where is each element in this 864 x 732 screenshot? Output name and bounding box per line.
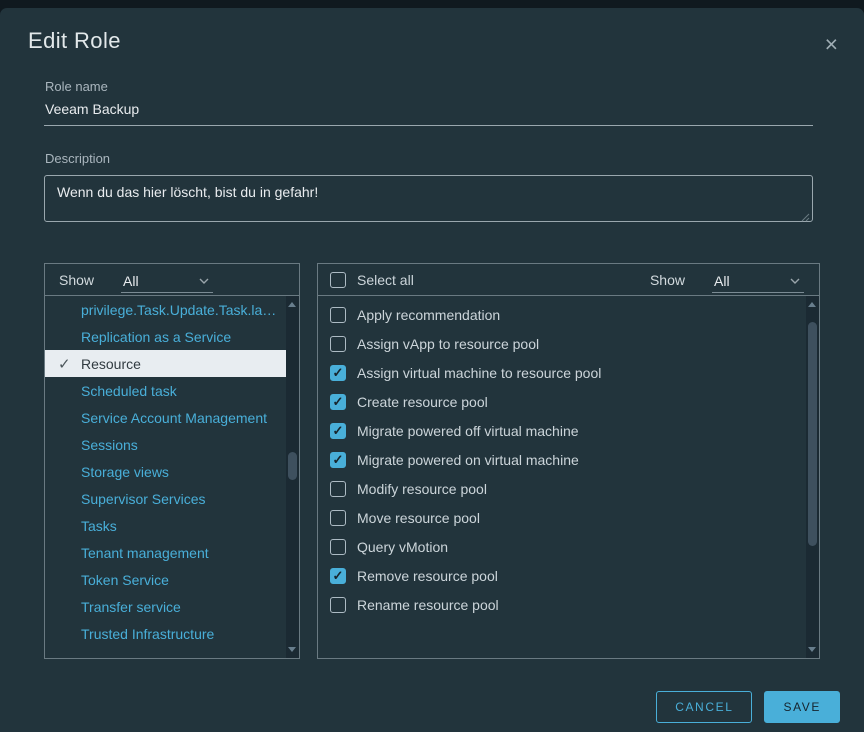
privileges-filter-dropdown[interactable]: All [712, 271, 804, 293]
category-item[interactable]: Sessions [45, 431, 286, 458]
privilege-label: Move resource pool [357, 510, 480, 526]
privilege-list: Apply recommendation Assign vApp to resou… [318, 300, 806, 658]
select-all-label: Select all [357, 272, 414, 288]
privilege-row: Query vMotion [318, 532, 806, 561]
privilege-label: Assign virtual machine to resource pool [357, 365, 601, 381]
cancel-button[interactable]: CANCEL [656, 691, 752, 723]
role-privileges-section: Show All privilege.Task.Update.Task.la… R… [44, 263, 820, 659]
category-list: privilege.Task.Update.Task.la… Replicatio… [45, 296, 286, 658]
category-panel: Show All privilege.Task.Update.Task.la… R… [44, 263, 300, 659]
category-item-label: Tasks [81, 518, 117, 534]
privilege-checkbox[interactable] [330, 307, 346, 323]
category-item[interactable]: Replication as a Service [45, 323, 286, 350]
privilege-label: Rename resource pool [357, 597, 499, 613]
dialog-title: Edit Role [28, 28, 121, 54]
selected-check-icon: ✓ [58, 355, 71, 373]
privilege-checkbox[interactable]: ✓ [330, 452, 346, 468]
privilege-row: Assign vApp to resource pool [318, 329, 806, 358]
category-scrollbar[interactable] [286, 296, 299, 658]
privilege-row: ✓ Assign virtual machine to resource pool [318, 358, 806, 387]
scrollbar-thumb[interactable] [808, 322, 817, 546]
privilege-checkbox[interactable]: ✓ [330, 365, 346, 381]
resize-handle-icon[interactable] [801, 213, 810, 222]
privilege-label: Remove resource pool [357, 568, 498, 584]
category-item[interactable]: ✓ Resource [45, 350, 286, 377]
right-show-label: Show [650, 272, 685, 288]
privilege-checkbox[interactable]: ✓ [330, 568, 346, 584]
left-show-label: Show [59, 272, 94, 288]
privileges-panel-header: Select all Show All [318, 264, 819, 296]
privilege-row: ✓ Remove resource pool [318, 561, 806, 590]
privilege-label: Modify resource pool [357, 481, 487, 497]
privilege-label: Migrate powered on virtual machine [357, 452, 579, 468]
category-item[interactable]: Tenant management [45, 539, 286, 566]
category-item-label: Storage views [81, 464, 169, 480]
category-item-label: Tenant management [81, 545, 209, 561]
category-item[interactable]: Tasks [45, 512, 286, 539]
privileges-panel: Select all Show All Apply recommendation [317, 263, 820, 659]
privilege-checkbox[interactable] [330, 539, 346, 555]
category-filter-value: All [123, 273, 139, 289]
privilege-checkbox[interactable]: ✓ [330, 423, 346, 439]
description-field [44, 175, 813, 227]
privilege-checkbox[interactable] [330, 510, 346, 526]
category-item-label: Supervisor Services [81, 491, 206, 507]
privileges-filter-value: All [714, 273, 730, 289]
category-item-label: Token Service [81, 572, 169, 588]
chevron-down-icon [789, 277, 801, 285]
edit-role-dialog: Edit Role × Role name Description Show A… [0, 8, 864, 732]
privilege-row: Apply recommendation [318, 300, 806, 329]
category-item[interactable]: Service Account Management [45, 404, 286, 431]
select-all-checkbox[interactable] [330, 272, 346, 288]
category-item-label: Trusted Infrastructure [81, 626, 214, 642]
category-item-label: Scheduled task [81, 383, 177, 399]
privilege-checkbox[interactable] [330, 336, 346, 352]
dialog-body: Role name Description Show All [44, 79, 820, 659]
scrollbar-thumb[interactable] [288, 452, 297, 480]
category-item[interactable]: privilege.Task.Update.Task.la… [45, 296, 286, 323]
privilege-row: ✓ Migrate powered off virtual machine [318, 416, 806, 445]
privilege-row: Move resource pool [318, 503, 806, 532]
privilege-list-area: Apply recommendation Assign vApp to resou… [318, 296, 819, 658]
dialog-footer: CANCEL SAVE [0, 691, 864, 723]
category-item[interactable]: Scheduled task [45, 377, 286, 404]
description-textarea[interactable] [44, 175, 813, 222]
privilege-checkbox[interactable] [330, 597, 346, 613]
select-all-group: Select all [330, 272, 414, 288]
category-item[interactable]: Transfer service [45, 593, 286, 620]
description-label: Description [45, 151, 820, 166]
privilege-label: Migrate powered off virtual machine [357, 423, 579, 439]
role-name-label: Role name [45, 79, 820, 94]
privileges-scrollbar[interactable] [806, 296, 819, 658]
privilege-row: ✓ Migrate powered on virtual machine [318, 445, 806, 474]
privilege-label: Apply recommendation [357, 307, 500, 323]
privilege-checkbox[interactable]: ✓ [330, 394, 346, 410]
category-item[interactable]: Supervisor Services [45, 485, 286, 512]
category-item[interactable]: Token Service [45, 566, 286, 593]
close-icon[interactable]: × [825, 36, 838, 52]
category-filter-dropdown[interactable]: All [121, 271, 213, 293]
category-list-area: privilege.Task.Update.Task.la… Replicatio… [45, 296, 299, 658]
category-panel-header: Show All [45, 264, 299, 296]
category-item[interactable]: Trusted Infrastructure [45, 620, 286, 647]
show-group: Show All [650, 269, 804, 291]
privilege-label: Query vMotion [357, 539, 448, 555]
privilege-checkbox[interactable] [330, 481, 346, 497]
category-item-label: Transfer service [81, 599, 181, 615]
category-item-label: Service Account Management [81, 410, 267, 426]
privilege-label: Create resource pool [357, 394, 488, 410]
dialog-header: Edit Role × [0, 8, 864, 54]
category-item-label: Sessions [81, 437, 138, 453]
category-item[interactable]: Storage views [45, 458, 286, 485]
category-item-label: Replication as a Service [81, 329, 231, 345]
category-item-label: privilege.Task.Update.Task.la… [81, 302, 276, 318]
privilege-row: Rename resource pool [318, 590, 806, 619]
privilege-label: Assign vApp to resource pool [357, 336, 539, 352]
privilege-row: Modify resource pool [318, 474, 806, 503]
category-item-label: Resource [81, 356, 141, 372]
privilege-row: ✓ Create resource pool [318, 387, 806, 416]
chevron-down-icon [198, 277, 210, 285]
save-button[interactable]: SAVE [764, 691, 840, 723]
role-name-input[interactable] [44, 94, 813, 126]
